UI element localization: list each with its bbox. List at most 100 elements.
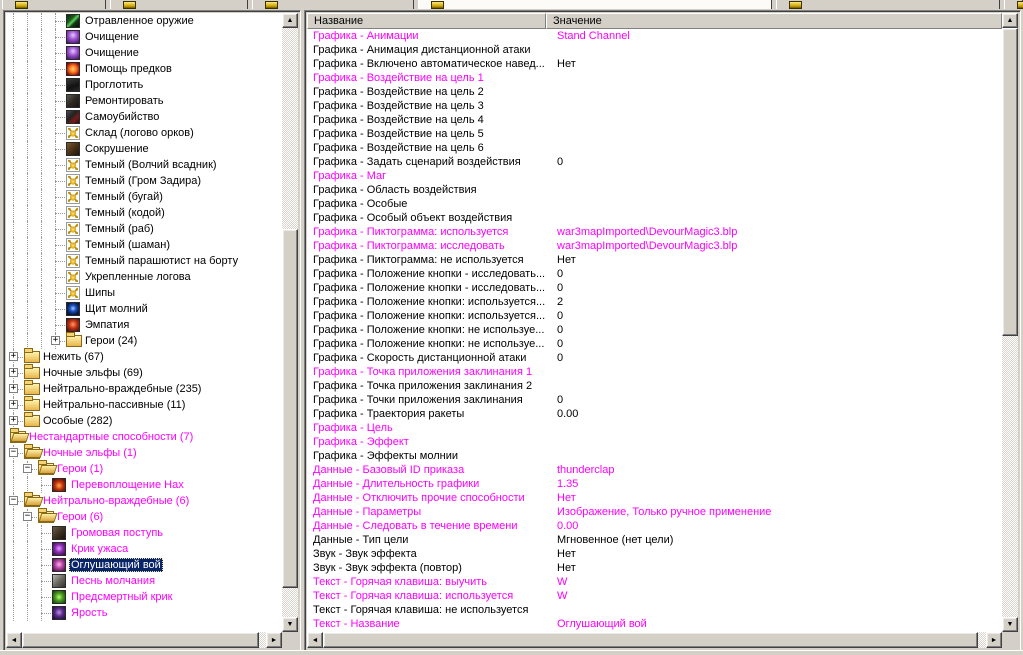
property-row[interactable]: Графика - Область воздействия (307, 183, 1002, 197)
tree-item[interactable]: Проглотить (6, 77, 282, 93)
tree-item[interactable]: − Герои (6) (6, 508, 282, 525)
property-row[interactable]: Графика - Положение кнопки: используется… (307, 309, 1002, 323)
property-row[interactable]: Графика - Точка приложения заклинания 1 (307, 365, 1002, 379)
tree-item[interactable]: Очищение (6, 29, 282, 45)
scroll-up-icon[interactable]: ▲ (282, 13, 298, 28)
property-row[interactable]: Данные - Отключить прочие способности Нет (307, 491, 1002, 505)
column-header-value[interactable]: Значение (546, 13, 1002, 29)
scroll-left-icon[interactable]: ◄ (307, 632, 323, 648)
expand-icon[interactable]: + (9, 416, 18, 425)
property-row[interactable]: Графика - Эффект (307, 435, 1002, 449)
tree-horizontal-scrollbar[interactable]: ◄ ► (6, 632, 282, 648)
tree-item[interactable]: Ремонтировать (6, 93, 282, 109)
tree-item[interactable]: Песнь молчания (6, 573, 282, 589)
property-row[interactable]: Графика - Задать сценарий воздействия 0 (307, 155, 1002, 169)
tree-item[interactable]: Темный (кодой) (6, 205, 282, 221)
tree-item[interactable]: Громовая поступь (6, 525, 282, 541)
tree-item[interactable]: Ярость (6, 605, 282, 621)
editor-tab[interactable] (418, 0, 772, 9)
tree-item[interactable]: Самоубийство (6, 109, 282, 125)
tree-item[interactable]: + Ночные эльфы (69) (6, 364, 282, 381)
tree-item[interactable]: Темный (Волчий всадник) (6, 157, 282, 173)
tree-item[interactable]: Перевоплощение Нах (6, 477, 282, 493)
property-row[interactable]: Звук - Звук эффекта (повтор) Нет (307, 561, 1002, 575)
editor-tab[interactable] (252, 0, 414, 9)
tree-hscroll-thumb[interactable] (22, 632, 259, 648)
property-row[interactable]: Графика - Положение кнопки: используется… (307, 295, 1002, 309)
grid-vscroll-thumb[interactable] (1002, 28, 1018, 336)
tree-item[interactable]: Укрепленные логова (6, 269, 282, 285)
tree-item[interactable]: Темный (шаман) (6, 237, 282, 253)
collapse-icon[interactable]: − (9, 448, 18, 457)
property-row[interactable]: Графика - Положение кнопки: не используе… (307, 323, 1002, 337)
scroll-right-icon[interactable]: ► (986, 632, 1002, 648)
property-row[interactable]: Графика - Пиктограмма: исследовать war3ma… (307, 239, 1002, 253)
scroll-left-icon[interactable]: ◄ (6, 632, 22, 648)
property-row[interactable]: Графика - Воздействие на цель 3 (307, 99, 1002, 113)
property-row[interactable]: Текст - Название Оглушающий вой (307, 617, 1002, 631)
property-row[interactable]: Графика - Включено автоматическое навед.… (307, 57, 1002, 71)
property-row[interactable]: Данные - Длительность графики 1.35 (307, 477, 1002, 491)
property-row[interactable]: Графика - Воздействие на цель 1 (307, 71, 1002, 85)
collapse-icon[interactable]: − (9, 496, 18, 505)
property-row[interactable]: Графика - Воздействие на цель 4 (307, 113, 1002, 127)
property-row[interactable]: Данные - Следовать в течение времени 0.00 (307, 519, 1002, 533)
property-row[interactable]: Графика - Воздействие на цель 6 (307, 141, 1002, 155)
collapse-icon[interactable]: − (23, 512, 32, 521)
property-row[interactable]: Графика - Пиктограмма: не используется Не… (307, 253, 1002, 267)
tree-item[interactable]: − Герои (1) (6, 460, 282, 477)
editor-tab[interactable] (776, 0, 1000, 9)
tree-item[interactable]: Предсмертный крик (6, 589, 282, 605)
tree-item[interactable]: Помощь предков (6, 61, 282, 77)
tree-vertical-scrollbar[interactable]: ▲ ▼ (282, 13, 298, 632)
property-row[interactable]: Графика - Траектория ракеты 0.00 (307, 407, 1002, 421)
property-row[interactable]: Данные - Базовый ID приказа thunderclap (307, 463, 1002, 477)
scroll-right-icon[interactable]: ► (266, 632, 282, 648)
property-row[interactable]: Графика - Анимация дистанционной атаки (307, 43, 1002, 57)
property-row[interactable]: Графика - Цель (307, 421, 1002, 435)
expand-icon[interactable]: + (9, 368, 18, 377)
property-row[interactable]: Графика - Особый объект воздействия (307, 211, 1002, 225)
property-row[interactable]: Графика - Положение кнопки - исследовать… (307, 281, 1002, 295)
tree-item[interactable]: − Ночные эльфы (1) (6, 444, 282, 461)
tree-item[interactable]: Оглушающий вой (6, 557, 282, 573)
editor-tab[interactable] (2, 0, 106, 9)
property-row[interactable]: Графика - Положение кнопки - исследовать… (307, 267, 1002, 281)
column-header-name[interactable]: Название (307, 13, 546, 29)
tree-item[interactable]: Склад (логово орков) (6, 125, 282, 141)
tree-item[interactable]: Темный (Гром Задира) (6, 173, 282, 189)
tree-item[interactable]: Сокрушение (6, 141, 282, 157)
property-row[interactable]: Текст - Горячая клавиша: используется W (307, 589, 1002, 603)
collapse-icon[interactable]: − (23, 464, 32, 473)
tree-item[interactable]: Эмпатия (6, 317, 282, 333)
property-row[interactable]: Графика - Особые (307, 197, 1002, 211)
property-row[interactable]: Графика - Воздействие на цель 2 (307, 85, 1002, 99)
tree-item[interactable]: Шипы (6, 285, 282, 301)
grid-horizontal-scrollbar[interactable]: ◄ ► (307, 632, 1002, 648)
property-row[interactable]: Текст - Горячая клавиша: не используется (307, 603, 1002, 617)
tree-item[interactable]: Щит молний (6, 301, 282, 317)
property-row[interactable]: Графика - Анимации Stand Channel (307, 29, 1002, 43)
tree-item[interactable]: + Нейтрально-пассивные (11) (6, 396, 282, 413)
expand-icon[interactable]: + (9, 352, 18, 361)
property-row[interactable]: Графика - Скорость дистанционной атаки 0 (307, 351, 1002, 365)
tree-item[interactable]: − Нейтрально-враждебные (6) (6, 492, 282, 509)
tree-item[interactable]: + Нейтрально-враждебные (235) (6, 380, 282, 397)
editor-tab[interactable] (110, 0, 248, 9)
tree-item[interactable]: Крик ужаса (6, 541, 282, 557)
property-row[interactable]: Графика - Положение кнопки: не используе… (307, 337, 1002, 351)
property-row[interactable]: Графика - Точка приложения заклинания 2 (307, 379, 1002, 393)
grid-hscroll-thumb[interactable] (323, 632, 978, 648)
property-row[interactable]: Текст - Горячая клавиша: выучить W (307, 575, 1002, 589)
tree-item[interactable]: + Герои (24) (6, 332, 282, 349)
expand-icon[interactable]: + (9, 384, 18, 393)
property-row[interactable]: Графика - Маг (307, 169, 1002, 183)
tree-item[interactable]: Темный парашютист на борту (6, 253, 282, 269)
tree-item[interactable]: + Нежить (67) (6, 348, 282, 365)
scroll-up-icon[interactable]: ▲ (1002, 13, 1018, 28)
tree-item[interactable]: Отравленное оружие (6, 13, 282, 29)
expand-icon[interactable]: + (51, 336, 60, 345)
property-row[interactable]: Звук - Звук эффекта Нет (307, 547, 1002, 561)
grid-vertical-scrollbar[interactable]: ▲ ▼ (1002, 13, 1018, 632)
expand-icon[interactable]: + (9, 400, 18, 409)
